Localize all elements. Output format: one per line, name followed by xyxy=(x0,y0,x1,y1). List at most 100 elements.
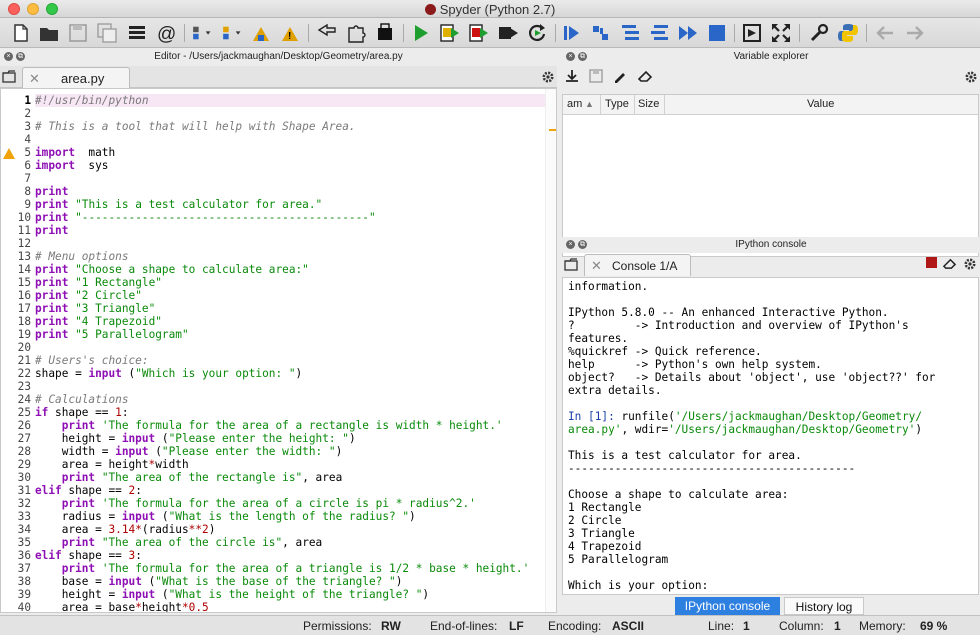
variable-table[interactable]: am ▲ Type Size Value xyxy=(562,94,979,257)
save-data-as-icon[interactable] xyxy=(613,69,627,83)
code-line[interactable]: 11 print xyxy=(1,224,556,237)
save-data-icon[interactable] xyxy=(589,69,603,83)
code-token: print xyxy=(35,211,69,224)
import-data-icon[interactable] xyxy=(565,69,579,83)
code-line[interactable]: 26 print 'The formula for the area of a … xyxy=(1,419,556,432)
rerun-icon[interactable] xyxy=(526,22,548,44)
code-line[interactable]: 38 base = input ("What is the base of th… xyxy=(1,575,556,588)
variable-explorer-header: × ⧉ Variable explorer xyxy=(562,49,980,65)
code-line[interactable]: 30 print "The area of the rectangle is",… xyxy=(1,471,556,484)
code-line[interactable]: 28 width = input ("Please enter the widt… xyxy=(1,445,556,458)
run-selection-icon[interactable] xyxy=(497,22,519,44)
console-token: %quickref -> Quick reference. xyxy=(568,345,762,358)
code-line[interactable]: 36 elif shape == 3: xyxy=(1,549,556,562)
code-line[interactable]: 5 import math xyxy=(1,146,556,159)
close-tab-icon[interactable]: ✕ xyxy=(591,258,602,274)
code-line[interactable]: 10 print "-------------------------------… xyxy=(1,211,556,224)
console-token: Choose a shape to calculate area: xyxy=(568,488,789,501)
code-line[interactable]: 29 area = height*width xyxy=(1,458,556,471)
browse-tabs-icon[interactable] xyxy=(2,70,16,84)
stop-icon[interactable] xyxy=(706,22,728,44)
code-line[interactable]: 4 xyxy=(1,133,556,146)
code-line[interactable]: 19 print "5 Parallelogram" xyxy=(1,328,556,341)
code-line[interactable]: 3 # This is a tool that will help with Sh… xyxy=(1,120,556,133)
code-line[interactable]: 40 area = base*height*0.5 xyxy=(1,601,556,612)
python-icon[interactable] xyxy=(837,22,859,44)
code-line[interactable]: 16 print "2 Circle" xyxy=(1,289,556,302)
column-name[interactable]: am xyxy=(567,98,582,110)
new-file-icon[interactable] xyxy=(10,22,32,44)
debug-icon[interactable] xyxy=(561,22,583,44)
close-tab-icon[interactable]: ✕ xyxy=(29,71,40,87)
column-value[interactable]: Value xyxy=(807,98,834,110)
save-icon[interactable] xyxy=(67,22,89,44)
code-line[interactable]: 24 # Calculations xyxy=(1,393,556,406)
tab-history-log[interactable]: History log xyxy=(784,597,864,615)
browse-tabs-icon[interactable] xyxy=(564,258,578,272)
code-line[interactable]: 13 # Menu options xyxy=(1,250,556,263)
tools-icon[interactable] xyxy=(250,22,272,44)
code-line[interactable]: 37 print 'The formula for the area of a … xyxy=(1,562,556,575)
console-output[interactable]: information. IPython 5.8.0 -- An enhanced… xyxy=(562,277,979,595)
code-line[interactable]: 21 # Users's choice: xyxy=(1,354,556,367)
code-line[interactable]: 8 print xyxy=(1,185,556,198)
tab-console-1a[interactable]: ✕ Console 1/A xyxy=(584,254,691,276)
eraser-icon[interactable] xyxy=(637,69,653,83)
code-line[interactable]: 31 elif shape == 2: xyxy=(1,484,556,497)
run-icon[interactable] xyxy=(410,22,432,44)
warning-tool-icon[interactable]: ! xyxy=(279,22,301,44)
code-line[interactable]: 22 shape = input ("Which is your option: … xyxy=(1,367,556,380)
code-line[interactable]: 7 xyxy=(1,172,556,185)
stop-kernel-icon[interactable] xyxy=(926,257,937,268)
code-line[interactable]: 34 area = 3.14*(radius**2) xyxy=(1,523,556,536)
code-line[interactable]: 33 radius = input ("What is the length o… xyxy=(1,510,556,523)
code-line[interactable]: 1 #!/usr/bin/python xyxy=(1,94,556,107)
gear-icon[interactable] xyxy=(963,257,977,271)
maximize-icon[interactable] xyxy=(741,22,763,44)
open-folder-icon[interactable] xyxy=(38,22,60,44)
code-line[interactable]: 6 import sys xyxy=(1,159,556,172)
gear-icon[interactable] xyxy=(541,70,555,84)
eraser-icon[interactable] xyxy=(942,257,957,270)
editor-scrollbar[interactable] xyxy=(545,89,556,612)
gear-icon[interactable] xyxy=(964,70,978,84)
code-tool-icon[interactable] xyxy=(374,22,396,44)
column-size[interactable]: Size xyxy=(638,98,659,110)
at-icon[interactable]: @ xyxy=(155,22,177,44)
step-icon[interactable] xyxy=(590,22,612,44)
code-line[interactable]: 15 print "1 Rectangle" xyxy=(1,276,556,289)
arrow-tool-icon[interactable] xyxy=(316,22,338,44)
code-line[interactable]: 39 height = input ("What is the height o… xyxy=(1,588,556,601)
code-line[interactable]: 2 xyxy=(1,107,556,120)
fullscreen-icon[interactable] xyxy=(770,22,792,44)
code-line[interactable]: 32 print 'The formula for the area of a … xyxy=(1,497,556,510)
code-line[interactable]: 9 print "This is a test calculator for ar… xyxy=(1,198,556,211)
forward-icon[interactable] xyxy=(904,22,926,44)
code-editor[interactable]: 1 #!/usr/bin/python 2 3 # This is a tool tha… xyxy=(0,88,557,613)
code-line[interactable]: 20 xyxy=(1,341,556,354)
code-line[interactable]: 14 print "Choose a shape to calculate are… xyxy=(1,263,556,276)
code-line[interactable]: 25 if shape == 1: xyxy=(1,406,556,419)
run-cell-advance-icon[interactable] xyxy=(468,22,490,44)
code-line[interactable]: 27 height = input ("Please enter the hei… xyxy=(1,432,556,445)
code-line[interactable]: 18 print "4 Trapezoid" xyxy=(1,315,556,328)
step-into-icon[interactable] xyxy=(619,22,641,44)
back-icon[interactable] xyxy=(874,22,896,44)
code-line[interactable]: 23 xyxy=(1,380,556,393)
step-return-icon[interactable] xyxy=(648,22,670,44)
puzzle-icon[interactable] xyxy=(345,22,367,44)
warning-icon[interactable] xyxy=(3,148,15,159)
run-cell-icon[interactable] xyxy=(439,22,461,44)
code-line[interactable]: 12 xyxy=(1,237,556,250)
tab-area-py[interactable]: ✕ area.py xyxy=(22,67,130,88)
code-line[interactable]: 35 print "The area of the circle is", ar… xyxy=(1,536,556,549)
save-all-icon[interactable] xyxy=(96,22,118,44)
column-type[interactable]: Type xyxy=(605,98,629,110)
tab-ipython-console[interactable]: IPython console xyxy=(675,597,780,615)
continue-icon[interactable] xyxy=(677,22,699,44)
debug-menu-icon[interactable] xyxy=(220,22,248,44)
code-line[interactable]: 17 print "3 Triangle" xyxy=(1,302,556,315)
run-menu-icon[interactable] xyxy=(190,22,218,44)
list-icon[interactable] xyxy=(126,22,148,44)
wrench-icon[interactable] xyxy=(808,22,830,44)
